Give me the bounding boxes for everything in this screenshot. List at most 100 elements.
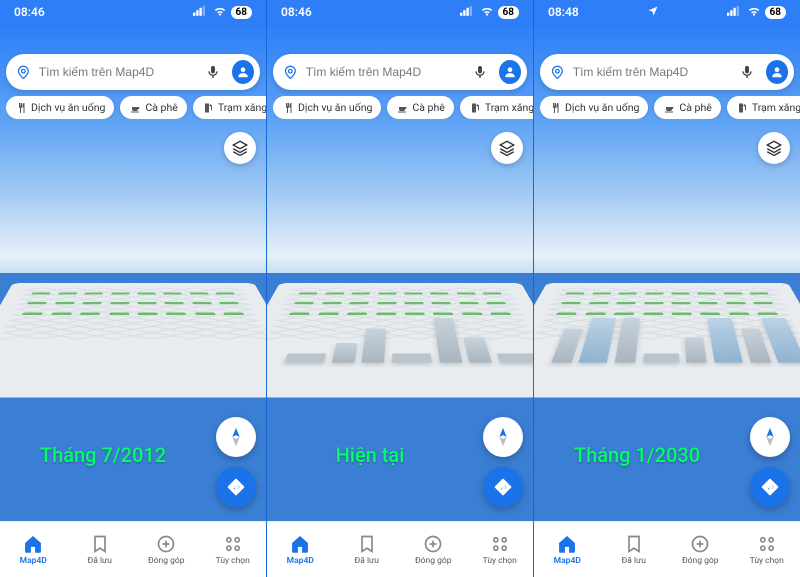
mic-icon[interactable]: [202, 60, 224, 84]
search-input[interactable]: [306, 65, 461, 79]
wifi-icon: [480, 4, 494, 21]
nav-label: Đóng góp: [682, 556, 719, 566]
layers-button[interactable]: [224, 132, 256, 164]
chip-label: Dịch vụ ăn uống: [31, 101, 105, 114]
directions-button[interactable]: [483, 467, 523, 507]
chip-label: Trạm xăng: [218, 101, 266, 114]
status-right: 68: [727, 4, 786, 21]
chip-cà phê[interactable]: Cà phê: [654, 96, 720, 119]
nav-đã lưu[interactable]: Đã lưu: [334, 522, 401, 577]
chip-label: Cà phê: [679, 101, 711, 114]
chip-label: Trạm xăng: [485, 101, 533, 114]
nav-map4d[interactable]: Map4D: [267, 522, 334, 577]
map-canvas[interactable]: Dịch vụ ăn uốngCà phêTrạm xăng•Tháng 7/2…: [0, 24, 266, 577]
chip-cà phê[interactable]: Cà phê: [120, 96, 186, 119]
nav-label: Đã lưu: [88, 556, 112, 566]
status-bar: 08:48 68: [534, 0, 800, 24]
account-button[interactable]: [499, 60, 521, 84]
phone-screen-2: 08:4868Dịch vụ ăn uốngCà phêTrạm xăng•Th…: [533, 0, 800, 577]
status-time: 08:48: [548, 5, 579, 19]
map-pin-icon: [550, 64, 565, 80]
nav-tùy chọn[interactable]: Tùy chọn: [200, 522, 267, 577]
mic-icon[interactable]: [736, 60, 758, 84]
status-right: 68: [460, 4, 519, 21]
nav-đã lưu[interactable]: Đã lưu: [67, 522, 134, 577]
map-pin-icon: [283, 64, 298, 80]
recenter-button[interactable]: [750, 417, 790, 457]
map-canvas[interactable]: Dịch vụ ăn uốngCà phêTrạm xăng•Hiện tại: [267, 24, 533, 577]
nav-label: Đóng góp: [148, 556, 185, 566]
nav-map4d[interactable]: Map4D: [0, 522, 67, 577]
battery-level: 68: [765, 6, 786, 19]
bottom-nav: Map4D Đã lưu Đóng góp Tùy chọn: [267, 521, 533, 577]
bottom-nav: Map4D Đã lưu Đóng góp Tùy chọn: [0, 521, 266, 577]
nav-đóng góp[interactable]: Đóng góp: [667, 522, 734, 577]
layers-button[interactable]: [491, 132, 523, 164]
status-bar: 08:46 68: [267, 0, 533, 24]
nav-label: Map4D: [20, 556, 47, 566]
nav-label: Tùy chọn: [216, 556, 250, 566]
chip-dịch vụ ăn uống[interactable]: Dịch vụ ăn uống: [273, 96, 381, 119]
time-period-caption: Hiện tại: [267, 443, 473, 467]
category-chips: Dịch vụ ăn uốngCà phêTrạm xăng•: [6, 96, 266, 119]
status-time: 08:46: [14, 5, 45, 19]
nav-label: Tùy chọn: [750, 556, 784, 566]
directions-button[interactable]: [216, 467, 256, 507]
status-right: 68: [193, 4, 252, 21]
nav-label: Map4D: [554, 556, 581, 566]
chip-label: Dịch vụ ăn uống: [298, 101, 372, 114]
layers-button[interactable]: [758, 132, 790, 164]
search-bar[interactable]: [6, 54, 260, 90]
map-canvas[interactable]: Dịch vụ ăn uốngCà phêTrạm xăng•Tháng 1/2…: [534, 24, 800, 577]
category-chips: Dịch vụ ăn uốngCà phêTrạm xăng•: [540, 96, 800, 119]
map-pin-icon: [16, 64, 31, 80]
nav-tùy chọn[interactable]: Tùy chọn: [734, 522, 800, 577]
phone-screen-1: 08:4668Dịch vụ ăn uốngCà phêTrạm xăng•Hi…: [266, 0, 533, 577]
search-bar[interactable]: [273, 54, 527, 90]
signal-icon: [460, 5, 476, 19]
wifi-icon: [213, 4, 227, 21]
search-bar[interactable]: [540, 54, 794, 90]
nav-đóng góp[interactable]: Đóng góp: [400, 522, 467, 577]
battery-level: 68: [231, 6, 252, 19]
chip-trạm xăng[interactable]: Trạm xăng: [460, 96, 533, 119]
bottom-nav: Map4D Đã lưu Đóng góp Tùy chọn: [534, 521, 800, 577]
nav-tùy chọn[interactable]: Tùy chọn: [467, 522, 534, 577]
chip-dịch vụ ăn uống[interactable]: Dịch vụ ăn uống: [540, 96, 648, 119]
chip-label: Cà phê: [412, 101, 444, 114]
status-time: 08:46: [281, 5, 312, 19]
fab-stack: [216, 417, 256, 507]
nav-đã lưu[interactable]: Đã lưu: [601, 522, 668, 577]
phone-screen-0: 08:4668Dịch vụ ăn uốngCà phêTrạm xăng•Th…: [0, 0, 266, 577]
recenter-button[interactable]: [483, 417, 523, 457]
directions-button[interactable]: [750, 467, 790, 507]
fab-stack: [750, 417, 790, 507]
search-input[interactable]: [39, 65, 194, 79]
account-button[interactable]: [766, 60, 788, 84]
signal-icon: [193, 5, 209, 19]
mic-icon[interactable]: [469, 60, 491, 84]
chip-label: Cà phê: [145, 101, 177, 114]
status-bar: 08:46 68: [0, 0, 266, 24]
chip-dịch vụ ăn uống[interactable]: Dịch vụ ăn uống: [6, 96, 114, 119]
fab-stack: [483, 417, 523, 507]
wifi-icon: [747, 4, 761, 21]
account-button[interactable]: [232, 60, 254, 84]
battery-level: 68: [498, 6, 519, 19]
chip-label: Dịch vụ ăn uống: [565, 101, 639, 114]
nav-map4d[interactable]: Map4D: [534, 522, 601, 577]
time-period-caption: Tháng 7/2012: [0, 443, 206, 467]
chip-trạm xăng[interactable]: Trạm xăng: [193, 96, 266, 119]
nav-label: Đã lưu: [355, 556, 379, 566]
chip-trạm xăng[interactable]: Trạm xăng: [727, 96, 800, 119]
signal-icon: [727, 5, 743, 19]
recenter-button[interactable]: [216, 417, 256, 457]
nav-đóng góp[interactable]: Đóng góp: [133, 522, 200, 577]
location-indicator-icon: [647, 5, 659, 20]
nav-label: Đóng góp: [415, 556, 452, 566]
nav-label: Tùy chọn: [483, 556, 517, 566]
search-input[interactable]: [573, 65, 728, 79]
time-period-caption: Tháng 1/2030: [534, 443, 740, 467]
chip-cà phê[interactable]: Cà phê: [387, 96, 453, 119]
nav-label: Map4D: [287, 556, 314, 566]
